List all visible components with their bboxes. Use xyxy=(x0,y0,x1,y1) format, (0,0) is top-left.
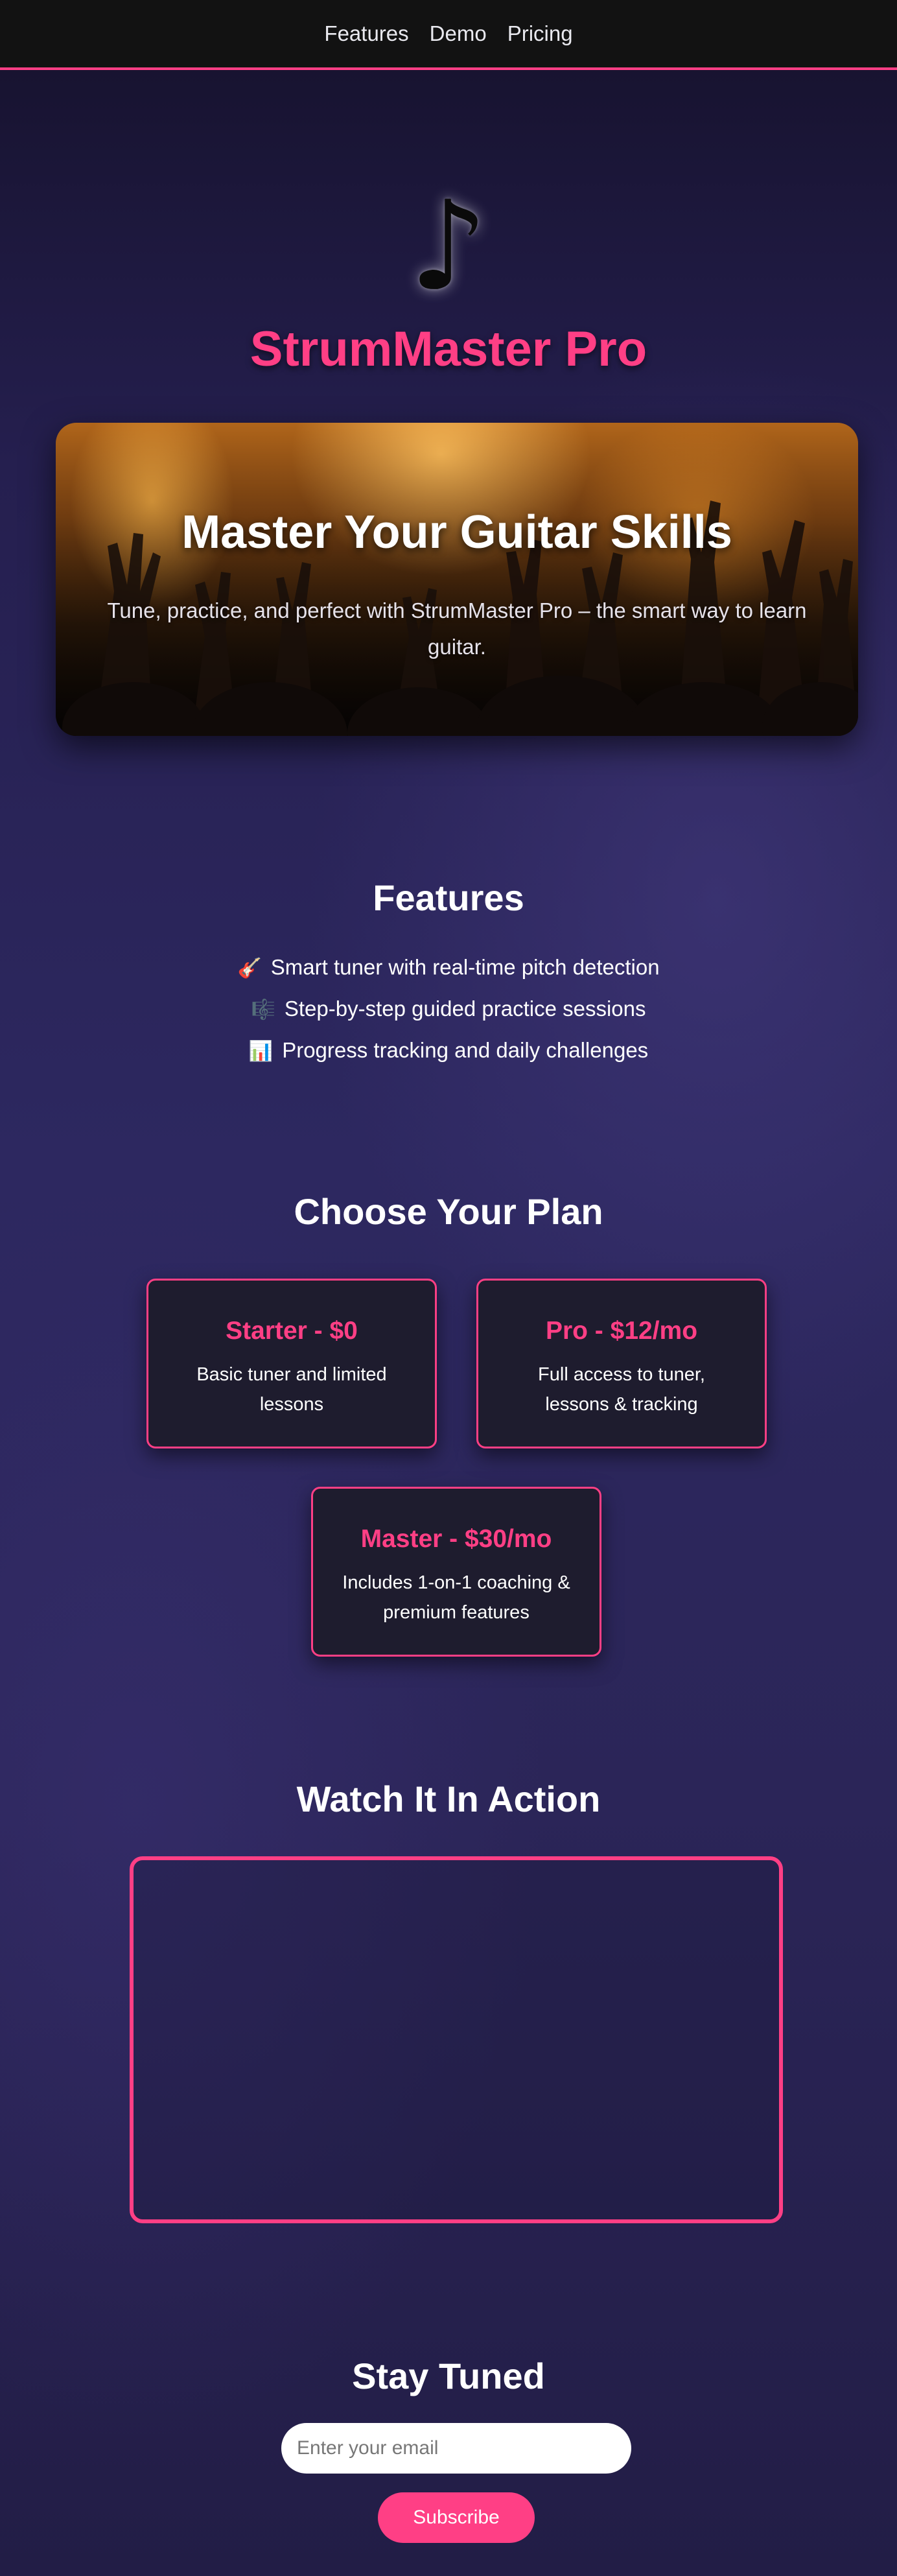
demo-video-frame[interactable] xyxy=(130,1856,783,2223)
plan-description: Basic tuner and limited lessons xyxy=(196,1364,387,1415)
plan-card-starter[interactable]: Starter - $0 Basic tuner and limited les… xyxy=(146,1279,437,1448)
guitar-icon: 🎸 xyxy=(237,958,262,979)
feature-text: Step-by-step guided practice sessions xyxy=(284,997,646,1021)
feature-item: 🎸 Smart tuner with real-time pitch detect… xyxy=(0,947,897,988)
nav-link-demo[interactable]: Demo xyxy=(430,21,487,46)
musical-score-icon: 🎼 xyxy=(251,999,275,1021)
plan-card-pro[interactable]: Pro - $12/mo Full access to tuner, lesso… xyxy=(476,1279,767,1448)
top-nav: Features Demo Pricing xyxy=(0,0,897,70)
plan-name: Master - $30/mo xyxy=(360,1525,552,1553)
brand-title: StrumMaster Pro xyxy=(250,322,647,377)
hero-subtitle: Tune, practice, and perfect with StrumMa… xyxy=(107,598,807,659)
plan-description: Includes 1-on-1 coaching & premium featu… xyxy=(342,1572,570,1623)
nav-link-pricing[interactable]: Pricing xyxy=(507,21,573,46)
newsletter-heading: Stay Tuned xyxy=(352,2356,545,2396)
concert-crowd-image xyxy=(56,423,858,736)
plan-description: Full access to tuner, lessons & tracking xyxy=(538,1364,705,1415)
bar-chart-icon: 📊 xyxy=(248,1041,274,1062)
feature-item: 📊 Progress tracking and daily challenges xyxy=(0,1030,897,1071)
features-heading: Features xyxy=(373,877,524,918)
features-list: 🎸 Smart tuner with real-time pitch detect… xyxy=(0,947,897,1071)
pricing-heading: Choose Your Plan xyxy=(294,1191,603,1232)
email-input[interactable] xyxy=(281,2423,631,2474)
hero-banner: Master Your Guitar Skills Tune, practice… xyxy=(56,423,858,736)
feature-item: 🎼 Step-by-step guided practice sessions xyxy=(0,988,897,1030)
plan-card-master[interactable]: Master - $30/mo Includes 1-on-1 coaching… xyxy=(311,1487,601,1657)
subscribe-button[interactable]: Subscribe xyxy=(378,2492,535,2543)
feature-text: Smart tuner with real-time pitch detecti… xyxy=(270,955,660,979)
demo-heading: Watch It In Action xyxy=(296,1778,601,1819)
music-note-icon: ♪ xyxy=(409,174,488,318)
hero-title: Master Your Guitar Skills xyxy=(181,506,732,558)
plan-name: Pro - $12/mo xyxy=(545,1317,698,1345)
nav-link-features[interactable]: Features xyxy=(324,21,408,46)
feature-text: Progress tracking and daily challenges xyxy=(282,1038,649,1062)
plan-name: Starter - $0 xyxy=(226,1317,358,1345)
